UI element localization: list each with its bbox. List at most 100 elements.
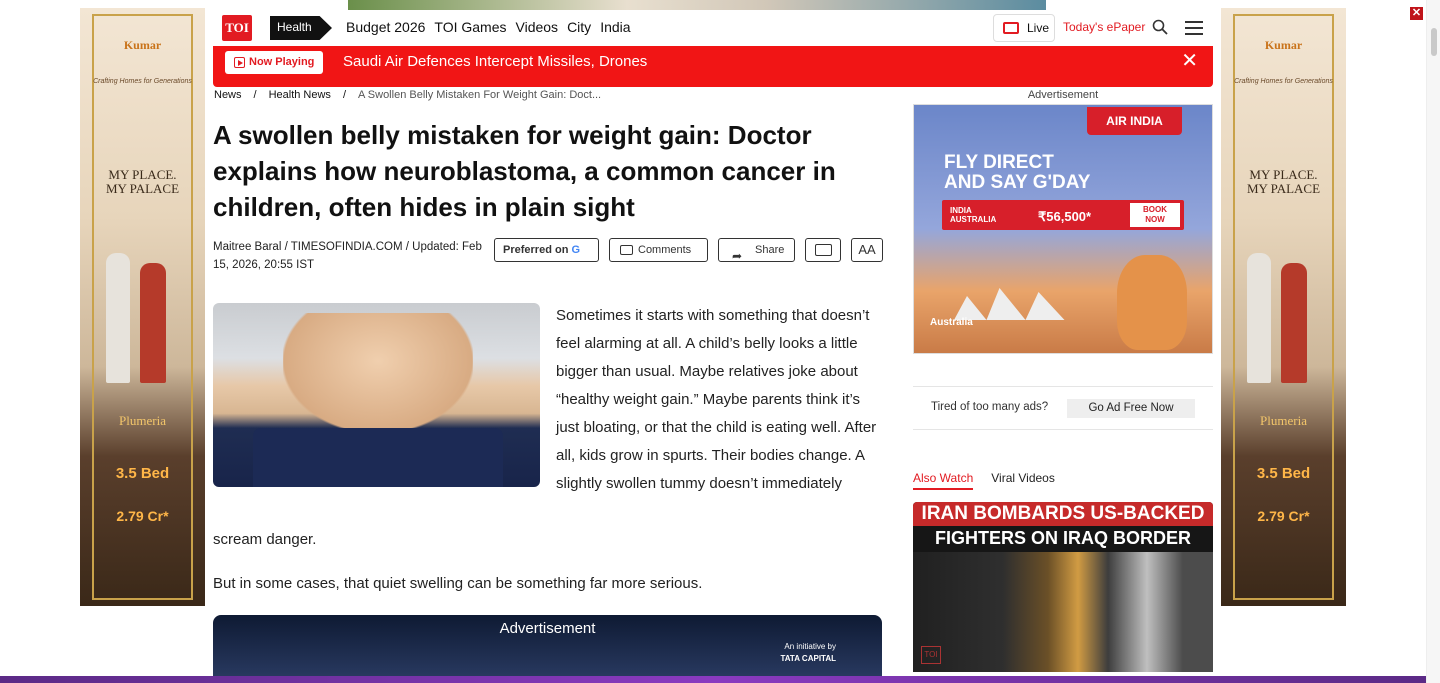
article-hero-image[interactable]: [213, 303, 540, 487]
comments-label: Comments: [638, 244, 692, 256]
hero-belly: [283, 313, 473, 433]
nav-link-city[interactable]: City: [567, 19, 591, 35]
go-ad-free-button[interactable]: Go Ad Free Now: [1067, 399, 1195, 418]
google-icon: G: [571, 244, 581, 256]
scrollbar[interactable]: [1426, 0, 1440, 683]
ad-tagline: Crafting Homes for Generations: [1234, 78, 1333, 85]
epaper-link[interactable]: Today's ePaper: [1063, 20, 1145, 34]
inline-video-ad[interactable]: Advertisement An initiative by TATA CAPIT…: [213, 615, 882, 683]
australia-label: Australia: [930, 317, 973, 328]
right-side-ad[interactable]: Kumar Crafting Homes for Generations MY …: [1221, 8, 1346, 606]
ad-headline-2: MY PALACE: [105, 181, 180, 196]
top-banner-ad[interactable]: [348, 0, 1046, 10]
ad-free-question: Tired of too many ads?: [931, 401, 1049, 413]
close-icon[interactable]: ✕: [1181, 51, 1198, 71]
breadcrumb-news[interactable]: News: [214, 89, 242, 101]
article-paragraph-1-end: scream danger.: [213, 531, 317, 548]
ad-figures: [1243, 243, 1323, 393]
inline-ad-initiative: An initiative by TATA CAPITAL: [780, 641, 836, 665]
top-nav: TOI Health Budget 2026 TOI Games Videos …: [213, 11, 1213, 45]
play-icon: [234, 57, 245, 68]
inline-ad-label: Advertisement: [499, 620, 596, 637]
ad-headline: MY PLACE. MY PALACE: [80, 168, 205, 196]
book-now-1: BOOK: [1143, 205, 1167, 214]
preferred-label: Preferred on: [503, 244, 569, 256]
video-card[interactable]: IRAN BOMBARDS US-BACKED FIGHTERS ON IRAQ…: [913, 502, 1213, 672]
ad-headline-1: MY PLACE.: [1249, 167, 1318, 182]
ad-figure-2: [1281, 263, 1307, 383]
breadcrumb-separator: /: [253, 89, 257, 101]
section-tab-health[interactable]: Health: [270, 16, 332, 40]
rail-display-ad[interactable]: AIR INDIA FLY DIRECT AND SAY G'DAY INDIA A…: [913, 104, 1213, 354]
breadcrumb: News / Health News / A Swollen Belly Mis…: [214, 89, 601, 101]
ad-figures: [102, 243, 182, 393]
menu-icon[interactable]: [1185, 21, 1203, 35]
close-ad-icon[interactable]: ✕: [1410, 7, 1423, 20]
left-side-ad[interactable]: Kumar Crafting Homes for Generations MY …: [80, 8, 205, 606]
video-tabs: Also Watch Viral Videos: [913, 471, 1055, 490]
now-playing-label: Now Playing: [249, 56, 315, 68]
airline-logo: AIR INDIA: [1087, 107, 1182, 135]
ad-brand: Kumar: [123, 38, 162, 52]
article-paragraph-1: Sometimes it starts with something that …: [556, 307, 877, 492]
print-button[interactable]: [805, 238, 841, 262]
share-label: Share: [755, 244, 785, 256]
share-button[interactable]: ➦ Share: [718, 238, 795, 263]
divider: [913, 429, 1213, 430]
print-icon: [815, 244, 832, 256]
ad-tagline: Crafting Homes for Generations: [93, 78, 192, 85]
live-button[interactable]: Live: [993, 14, 1055, 42]
tab-viral-videos[interactable]: Viral Videos: [991, 471, 1055, 490]
route-origin: INDIA: [950, 206, 972, 215]
now-playing-badge: Now Playing: [225, 51, 323, 74]
video-title-line-2: FIGHTERS ON IRAQ BORDER: [934, 528, 1191, 548]
ad-headline-1: FLY DIRECT: [944, 152, 1054, 173]
font-size-button[interactable]: AA: [851, 238, 883, 262]
share-icon: ➦: [732, 249, 743, 263]
ad-project: Plumeria: [119, 413, 166, 428]
ad-headline-1: MY PLACE.: [108, 167, 177, 182]
scrollbar-thumb[interactable]: [1431, 28, 1437, 56]
comments-button[interactable]: Comments: [609, 238, 708, 262]
divider: [913, 386, 1213, 387]
fare-box: INDIA AUSTRALIA ₹56,500* BOOK NOW: [942, 200, 1184, 230]
hero-shorts: [253, 428, 503, 487]
ad-figure-2: [140, 263, 166, 383]
initiative-brand: TATA CAPITAL: [780, 654, 836, 663]
article-byline: Maitree Baral / TIMESOFINDIA.COM / Updat…: [213, 241, 482, 271]
video-thumbnail: [913, 552, 1213, 672]
video-title-line-1: IRAN BOMBARDS US-BACKED: [913, 502, 1213, 526]
route-destination: AUSTRALIA: [950, 215, 997, 224]
breadcrumb-current: A Swollen Belly Mistaken For Weight Gain…: [358, 89, 602, 101]
breadcrumb-separator: /: [342, 89, 346, 101]
breadcrumb-health-news[interactable]: Health News: [269, 89, 331, 101]
book-now-button[interactable]: BOOK NOW: [1130, 203, 1180, 227]
fare-price: ₹56,500*: [1038, 209, 1092, 224]
tv-icon: [1003, 22, 1019, 34]
preferred-on-google-button[interactable]: Preferred on G: [494, 238, 599, 262]
article-headline: A swollen belly mistaken for weight gain…: [213, 120, 836, 222]
ad-headline: MY PLACE. MY PALACE: [1221, 168, 1346, 196]
comment-icon: [620, 245, 633, 255]
book-now-2: NOW: [1145, 215, 1165, 224]
fare-route: INDIA AUSTRALIA: [950, 206, 996, 224]
nav-link-india[interactable]: India: [600, 19, 630, 35]
nav-link-budget[interactable]: Budget 2026: [346, 19, 425, 35]
search-icon[interactable]: [1152, 19, 1168, 35]
nav-link-videos[interactable]: Videos: [516, 19, 559, 35]
toi-logo[interactable]: TOI: [222, 15, 252, 41]
ad-headline-2: AND SAY G'DAY: [944, 172, 1091, 193]
nav-link-toi-games[interactable]: TOI Games: [434, 19, 506, 35]
ad-project: Plumeria: [1260, 413, 1307, 428]
tab-also-watch[interactable]: Also Watch: [913, 471, 974, 490]
kangaroo-mascot: [1117, 255, 1187, 350]
opera-house-shape: [954, 288, 1065, 320]
now-playing-bar[interactable]: Now Playing Saudi Air Defences Intercept…: [213, 46, 1213, 87]
article-paragraph-2: But in some cases, that quiet swelling c…: [213, 575, 703, 592]
ad-config: 3.5 Bed: [115, 465, 170, 482]
ad-price: 2.79 Cr*: [116, 508, 169, 524]
ad-headline-2: MY PALACE: [1246, 181, 1321, 196]
now-playing-title[interactable]: Saudi Air Defences Intercept Missiles, D…: [343, 53, 647, 70]
ad-brand: Kumar: [1264, 38, 1303, 52]
live-label: Live: [1027, 21, 1050, 35]
